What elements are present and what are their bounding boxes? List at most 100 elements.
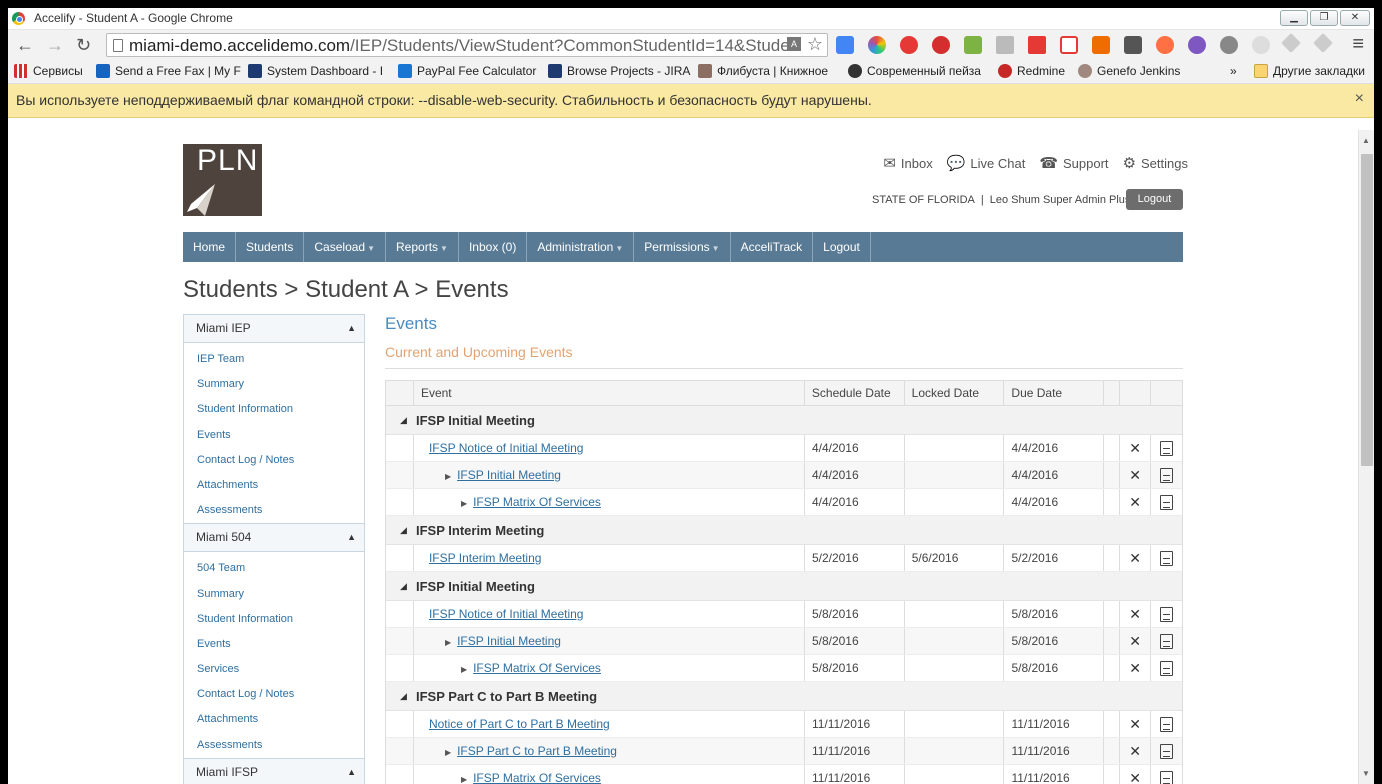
close-window-button[interactable]: ✕ xyxy=(1340,10,1370,26)
pdf-button[interactable] xyxy=(1151,545,1182,571)
sidebar-section-miami-iep[interactable]: Miami IEP ▲ xyxy=(183,314,365,343)
sidebar-item-attachments[interactable]: Attachments xyxy=(184,707,364,732)
delete-button[interactable]: ✕ xyxy=(1120,765,1152,784)
page-scrollbar[interactable]: ▲ ▼ xyxy=(1358,130,1374,784)
event-link[interactable]: IFSP Matrix Of Services xyxy=(473,661,601,675)
expand-caret-icon[interactable]: ▶ xyxy=(445,472,451,481)
expand-caret-icon[interactable]: ▶ xyxy=(461,775,467,784)
sidebar-item-assessments[interactable]: Assessments xyxy=(184,498,364,523)
expand-caret-icon[interactable]: ▶ xyxy=(461,665,467,674)
extension-icon[interactable] xyxy=(900,36,918,54)
column-header-due-date[interactable]: Due Date xyxy=(1004,381,1105,405)
sidebar-section-miami-ifsp[interactable]: Miami IFSP ▲ xyxy=(183,757,365,784)
close-infobar-icon[interactable]: × xyxy=(1355,90,1364,108)
back-icon[interactable]: ← xyxy=(16,34,34,56)
extension-icon[interactable] xyxy=(836,36,854,54)
bookmark-item[interactable]: System Dashboard - I xyxy=(248,64,383,78)
extension-icon[interactable] xyxy=(964,36,982,54)
pdf-button[interactable] xyxy=(1151,489,1182,515)
delete-button[interactable]: ✕ xyxy=(1120,628,1152,654)
translate-icon[interactable]: A xyxy=(787,37,801,51)
nav-caseload[interactable]: Caseload ▼ xyxy=(304,232,387,262)
event-group-row[interactable]: ◢ IFSP Initial Meeting xyxy=(386,572,1182,601)
delete-button[interactable]: ✕ xyxy=(1120,601,1152,627)
delete-button[interactable]: ✕ xyxy=(1120,711,1152,737)
event-link[interactable]: IFSP Initial Meeting xyxy=(457,468,561,482)
extension-icon[interactable] xyxy=(1313,33,1333,53)
pdf-button[interactable] xyxy=(1151,601,1182,627)
bookmark-item[interactable]: Современный пейза xyxy=(848,64,981,78)
expand-caret-icon[interactable]: ▶ xyxy=(445,638,451,647)
extension-icon[interactable] xyxy=(1092,36,1110,54)
sidebar-item-events[interactable]: Events xyxy=(184,632,364,657)
event-group-row[interactable]: ◢ IFSP Part C to Part B Meeting xyxy=(386,682,1182,711)
scrollbar-thumb[interactable] xyxy=(1361,154,1373,466)
expand-caret-icon[interactable]: ▶ xyxy=(445,748,451,757)
nav-students[interactable]: Students xyxy=(236,232,305,262)
nav-accelitrack[interactable]: AcceliTrack xyxy=(731,232,814,262)
event-link[interactable]: IFSP Initial Meeting xyxy=(457,634,561,648)
sidebar-item-services[interactable]: Services xyxy=(184,657,364,682)
event-group-row[interactable]: ◢ IFSP Interim Meeting xyxy=(386,516,1182,545)
extension-icon[interactable] xyxy=(1220,36,1238,54)
pdf-button[interactable] xyxy=(1151,765,1182,784)
live-chat-link[interactable]: 💬 Live Chat xyxy=(947,154,1026,172)
extension-icon[interactable] xyxy=(1252,36,1270,54)
bookmark-other-folder[interactable]: Другие закладки xyxy=(1254,64,1365,78)
support-link[interactable]: ☎ Support xyxy=(1039,154,1108,172)
event-link[interactable]: Notice of Part C to Part B Meeting xyxy=(429,717,610,731)
sidebar-item-events[interactable]: Events xyxy=(184,423,364,448)
sidebar-item-summary[interactable]: Summary xyxy=(184,582,364,607)
nav-inbox[interactable]: Inbox (0) xyxy=(459,232,528,262)
bookmark-item[interactable]: Флибуста | Книжное xyxy=(698,64,828,78)
sidebar-item-assessments[interactable]: Assessments xyxy=(184,733,364,758)
event-link[interactable]: IFSP Part C to Part B Meeting xyxy=(457,744,617,758)
sidebar-item-iep-team[interactable]: IEP Team xyxy=(184,347,364,372)
event-link[interactable]: IFSP Matrix Of Services xyxy=(473,771,601,784)
sidebar-item-attachments[interactable]: Attachments xyxy=(184,473,364,498)
sidebar-item-student-information[interactable]: Student Information xyxy=(184,607,364,632)
inbox-link[interactable]: ✉ Inbox xyxy=(883,154,932,172)
scroll-up-icon[interactable]: ▲ xyxy=(1362,136,1370,145)
pdf-button[interactable] xyxy=(1151,655,1182,681)
extension-icon[interactable] xyxy=(1188,36,1206,54)
event-link[interactable]: IFSP Interim Meeting xyxy=(429,551,542,565)
extension-icon[interactable] xyxy=(1156,36,1174,54)
restore-button[interactable]: ❐ xyxy=(1310,10,1338,26)
sidebar-item-summary[interactable]: Summary xyxy=(184,372,364,397)
extension-icon[interactable] xyxy=(868,36,886,54)
address-bar[interactable]: miami-demo.accelidemo.com/IEP/Students/V… xyxy=(106,33,828,57)
collapse-arrow-icon[interactable]: ◢ xyxy=(400,682,407,711)
collapse-arrow-icon[interactable]: ◢ xyxy=(400,406,407,435)
minimize-button[interactable]: ▁ xyxy=(1280,10,1308,26)
bookmark-item[interactable]: Redmine xyxy=(998,64,1065,78)
pdf-button[interactable] xyxy=(1151,628,1182,654)
extension-icon[interactable] xyxy=(1124,36,1142,54)
bookmark-item[interactable]: Genefo Jenkins xyxy=(1078,64,1180,78)
pdf-button[interactable] xyxy=(1151,435,1182,461)
bookmark-apps[interactable]: Сервисы xyxy=(14,64,83,78)
column-header-locked-date[interactable]: Locked Date xyxy=(905,381,1005,405)
delete-button[interactable]: ✕ xyxy=(1120,655,1152,681)
settings-link[interactable]: ⚙ Settings xyxy=(1123,154,1188,172)
forward-icon[interactable]: → xyxy=(46,34,64,56)
extension-icon[interactable] xyxy=(1060,36,1078,54)
extension-icon[interactable] xyxy=(1028,36,1046,54)
column-header-event[interactable]: Event xyxy=(414,381,805,405)
sidebar-section-miami-504[interactable]: Miami 504 ▲ xyxy=(183,523,365,553)
mail-extension-icon[interactable] xyxy=(996,36,1014,54)
column-header-schedule-date[interactable]: Schedule Date xyxy=(805,381,905,405)
chrome-menu-icon[interactable]: ≡ xyxy=(1352,33,1364,56)
extension-icon[interactable] xyxy=(1281,33,1301,53)
bookmark-star-icon[interactable]: ☆ xyxy=(807,34,823,55)
event-link[interactable]: IFSP Notice of Initial Meeting xyxy=(429,607,584,621)
sidebar-item-contact-log[interactable]: Contact Log / Notes xyxy=(184,448,364,473)
logout-button[interactable]: Logout xyxy=(1126,189,1183,210)
event-group-row[interactable]: ◢ IFSP Initial Meeting xyxy=(386,406,1182,435)
bookmark-item[interactable]: PayPal Fee Calculator xyxy=(398,64,536,78)
sidebar-item-student-information[interactable]: Student Information xyxy=(184,397,364,422)
nav-home[interactable]: Home xyxy=(183,232,237,262)
nav-logout[interactable]: Logout xyxy=(813,232,871,262)
event-link[interactable]: IFSP Notice of Initial Meeting xyxy=(429,441,584,455)
delete-button[interactable]: ✕ xyxy=(1120,435,1152,461)
